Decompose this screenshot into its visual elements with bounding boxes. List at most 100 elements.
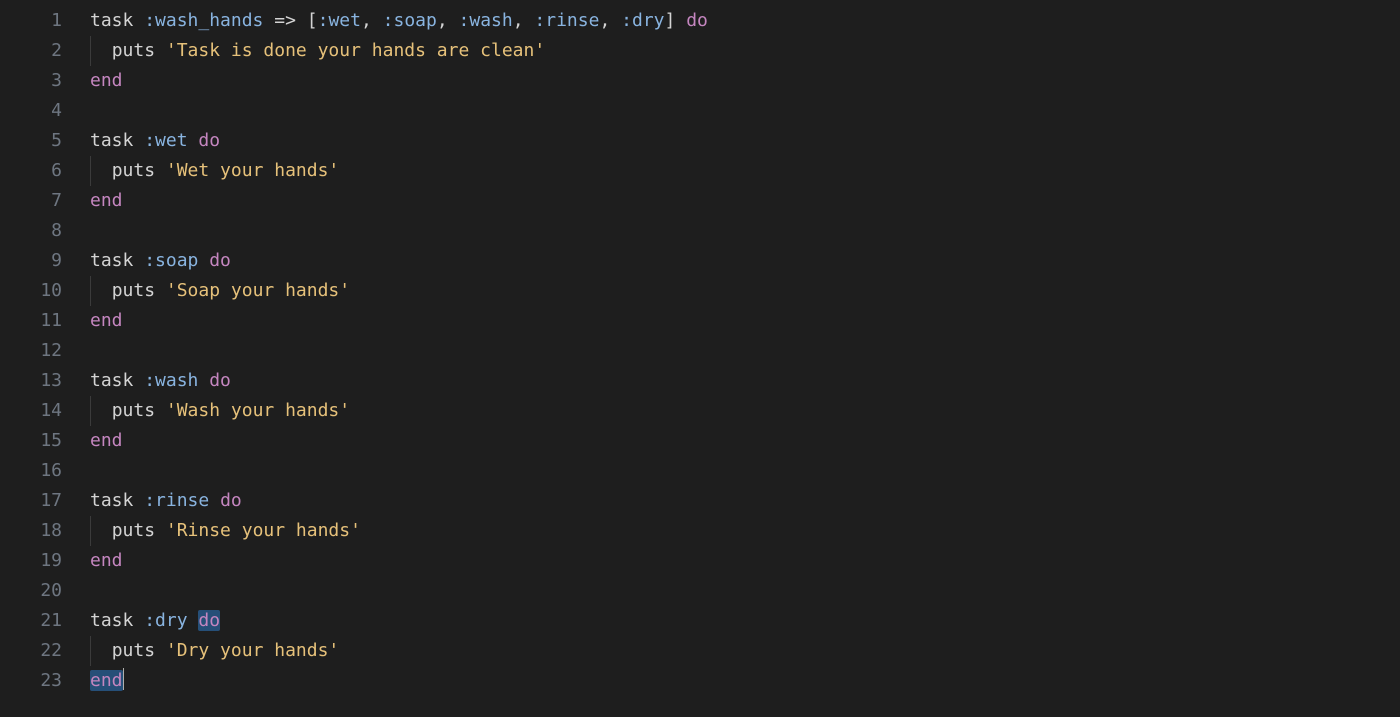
indent-guide [90, 396, 91, 426]
token-punct: [ [307, 10, 318, 31]
token-symbol: :rinse [534, 10, 599, 31]
indent [90, 40, 112, 61]
code-line[interactable]: end [90, 426, 1400, 456]
indent [90, 280, 112, 301]
token-keyword: do [209, 370, 231, 391]
code-line[interactable]: puts 'Task is done your hands are clean' [90, 36, 1400, 66]
text-cursor [123, 668, 124, 690]
line-number: 2 [0, 36, 62, 66]
code-line[interactable]: end [90, 66, 1400, 96]
line-number: 18 [0, 516, 62, 546]
token-ident: task [90, 130, 144, 151]
token-ident: puts [112, 520, 166, 541]
line-number: 1 [0, 6, 62, 36]
token-string: 'Dry your hands' [166, 640, 339, 661]
code-line[interactable]: task :soap do [90, 246, 1400, 276]
line-number: 19 [0, 546, 62, 576]
token-ident [675, 10, 686, 31]
code-line[interactable] [90, 336, 1400, 366]
token-symbol: :wet [144, 130, 187, 151]
line-number: 7 [0, 186, 62, 216]
token-keyword: do [686, 10, 708, 31]
token-punct: , [437, 10, 459, 31]
token-keyword: do [198, 610, 220, 631]
line-number: 9 [0, 246, 62, 276]
token-string: 'Task is done your hands are clean' [166, 40, 545, 61]
line-number: 6 [0, 156, 62, 186]
line-number: 15 [0, 426, 62, 456]
token-keyword: end [90, 670, 123, 691]
token-ident [198, 370, 209, 391]
code-line[interactable] [90, 96, 1400, 126]
token-ident [198, 250, 209, 271]
token-punct: , [599, 10, 621, 31]
token-ident [209, 490, 220, 511]
token-symbol: :rinse [144, 490, 209, 511]
token-punct: , [513, 10, 535, 31]
line-number: 11 [0, 306, 62, 336]
code-line[interactable] [90, 576, 1400, 606]
token-ident: task [90, 490, 144, 511]
token-keyword: end [90, 430, 123, 451]
token-string: 'Soap your hands' [166, 280, 350, 301]
line-number: 3 [0, 66, 62, 96]
token-string: 'Rinse your hands' [166, 520, 361, 541]
token-symbol: :soap [144, 250, 198, 271]
token-ident [263, 10, 274, 31]
indent-guide [90, 636, 91, 666]
token-symbol: :wash [144, 370, 198, 391]
line-number: 13 [0, 366, 62, 396]
line-number: 10 [0, 276, 62, 306]
line-number: 20 [0, 576, 62, 606]
token-ident: puts [112, 400, 166, 421]
code-line[interactable]: puts 'Dry your hands' [90, 636, 1400, 666]
code-line[interactable]: puts 'Wet your hands' [90, 156, 1400, 186]
token-keyword: do [198, 130, 220, 151]
code-line[interactable]: task :rinse do [90, 486, 1400, 516]
indent-guide [90, 36, 91, 66]
line-number: 22 [0, 636, 62, 666]
indent [90, 520, 112, 541]
code-line[interactable]: task :wash_hands => [:wet, :soap, :wash,… [90, 6, 1400, 36]
token-symbol: :wash [459, 10, 513, 31]
code-line[interactable]: end [90, 186, 1400, 216]
line-number: 17 [0, 486, 62, 516]
code-editor[interactable]: 1234567891011121314151617181920212223 ta… [0, 0, 1400, 717]
indent-guide [90, 156, 91, 186]
token-fat: => [274, 10, 296, 31]
token-ident [296, 10, 307, 31]
token-keyword: do [220, 490, 242, 511]
token-punct: , [361, 10, 383, 31]
token-ident: puts [112, 280, 166, 301]
token-ident [188, 130, 199, 151]
code-line[interactable]: puts 'Soap your hands' [90, 276, 1400, 306]
line-number: 8 [0, 216, 62, 246]
code-line[interactable]: end [90, 306, 1400, 336]
code-line[interactable]: end [90, 546, 1400, 576]
code-line[interactable]: puts 'Rinse your hands' [90, 516, 1400, 546]
code-area[interactable]: task :wash_hands => [:wet, :soap, :wash,… [90, 6, 1400, 717]
line-number: 16 [0, 456, 62, 486]
code-line[interactable]: task :dry do [90, 606, 1400, 636]
code-line[interactable] [90, 216, 1400, 246]
code-line[interactable]: end [90, 666, 1400, 696]
line-number-gutter: 1234567891011121314151617181920212223 [0, 6, 90, 717]
line-number: 4 [0, 96, 62, 126]
token-symbol: :wet [318, 10, 361, 31]
code-line[interactable]: puts 'Wash your hands' [90, 396, 1400, 426]
code-line[interactable] [90, 456, 1400, 486]
code-line[interactable]: task :wash do [90, 366, 1400, 396]
token-keyword: end [90, 550, 123, 571]
token-ident: task [90, 370, 144, 391]
token-symbol: :dry [621, 10, 664, 31]
token-ident: task [90, 250, 144, 271]
indent [90, 400, 112, 421]
code-line[interactable]: task :wet do [90, 126, 1400, 156]
indent-guide [90, 276, 91, 306]
token-ident: task [90, 10, 144, 31]
token-symbol: :wash_hands [144, 10, 263, 31]
token-ident: task [90, 610, 144, 631]
line-number: 14 [0, 396, 62, 426]
line-number: 5 [0, 126, 62, 156]
indent-guide [90, 516, 91, 546]
